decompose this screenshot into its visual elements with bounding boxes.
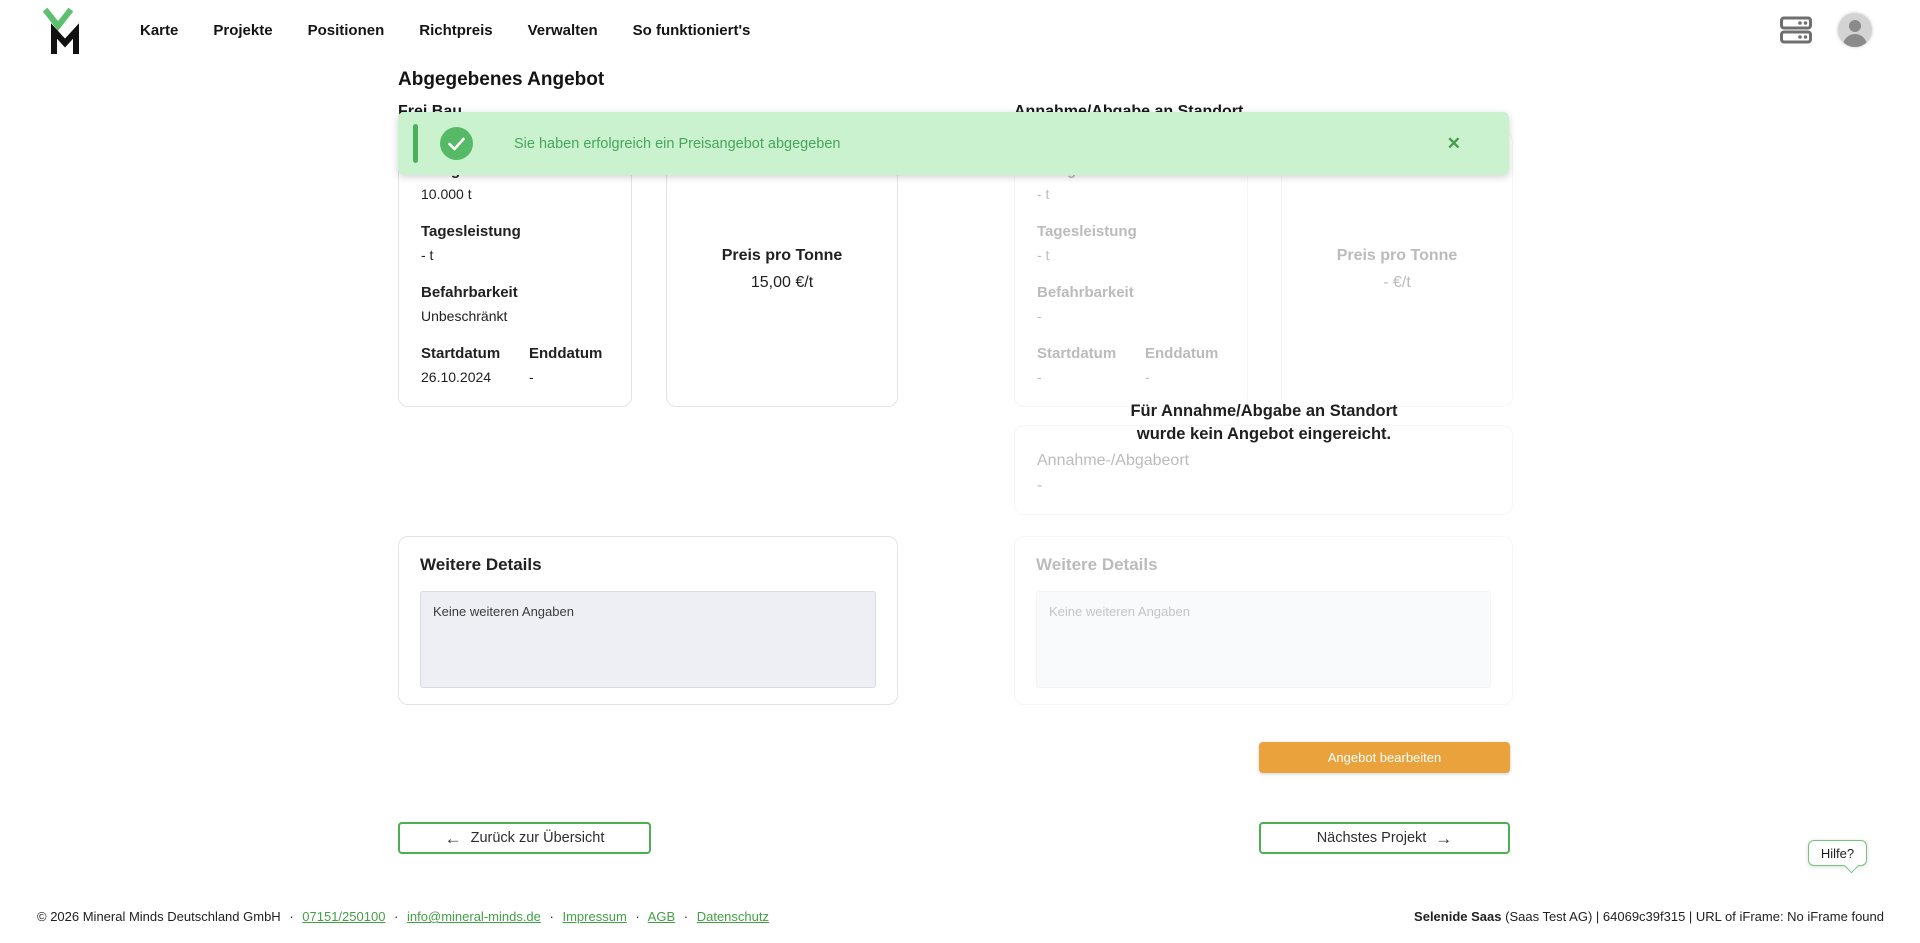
next-project-button[interactable]: Nächstes Projekt → — [1259, 822, 1510, 854]
field-value: - t — [421, 247, 609, 264]
field-dates: Startdatum - Enddatum - — [1037, 345, 1225, 386]
field-value: Unbeschränkt — [421, 308, 609, 325]
mineral-minds-logo[interactable] — [42, 7, 88, 55]
field-label: Befahrbarkeit — [1037, 284, 1225, 302]
footer-separator: · — [550, 909, 554, 924]
back-to-overview-button[interactable]: ← Zurück zur Übersicht — [398, 822, 651, 854]
field-dates: Startdatum 26.10.2024 Enddatum - — [421, 345, 609, 386]
main-nav: Karte Projekte Positionen Richtpreis Ver… — [140, 0, 750, 60]
field-tagesleistung: Tagesleistung - t — [1037, 223, 1225, 264]
price-per-tonne-label: Preis pro Tonne — [1337, 247, 1458, 265]
no-offer-message-line1: Für Annahme/Abgabe an Standort — [1014, 400, 1514, 423]
field-value: - — [1037, 369, 1145, 386]
field-label: Startdatum — [1037, 345, 1145, 363]
field-startdatum: Startdatum 26.10.2024 — [421, 345, 529, 386]
toast-accent-bar — [413, 124, 418, 163]
field-value: - — [1037, 308, 1225, 325]
footer-separator: · — [394, 909, 398, 924]
field-enddatum: Enddatum - — [529, 345, 602, 386]
nav-item-verwalten[interactable]: Verwalten — [528, 22, 598, 39]
price-per-tonne-label: Preis pro Tonne — [722, 247, 843, 265]
success-check-icon — [440, 127, 473, 160]
help-button[interactable]: Hilfe? — [1808, 840, 1867, 866]
field-value: - — [1145, 369, 1218, 386]
field-label: Tagesleistung — [421, 223, 609, 241]
field-value: - t — [1037, 186, 1225, 203]
footer-link-agb[interactable]: AGB — [648, 909, 675, 924]
top-right-icons — [1780, 0, 1872, 60]
footer-separator: · — [684, 909, 688, 924]
field-value: 26.10.2024 — [421, 369, 529, 386]
field-value: 10.000 t — [421, 186, 609, 203]
nav-item-projekte[interactable]: Projekte — [213, 22, 272, 39]
footer-saas-info: (Saas Test AG) | 64069c39f315 | URL of i… — [1502, 909, 1885, 924]
field-label: Startdatum — [421, 345, 529, 363]
price-per-tonne-value: - €/t — [1383, 274, 1411, 292]
page-title: Abgegebenes Angebot — [398, 69, 604, 91]
field-befahrbarkeit: Befahrbarkeit - — [1037, 284, 1225, 325]
field-label: Befahrbarkeit — [421, 284, 609, 302]
avatar-body-icon — [1843, 34, 1867, 47]
location-offer-details-card: Weitere Details Keine weiteren Angaben — [1014, 536, 1513, 705]
top-navigation: Karte Projekte Positionen Richtpreis Ver… — [0, 0, 1920, 60]
app-root: Karte Projekte Positionen Richtpreis Ver… — [0, 0, 1920, 943]
field-tagesleistung: Tagesleistung - t — [421, 223, 609, 264]
server-icon[interactable] — [1780, 15, 1812, 45]
field-enddatum: Enddatum - — [1145, 345, 1218, 386]
footer-right: Selenide Saas (Saas Test AG) | 64069c39f… — [1414, 909, 1884, 924]
field-befahrbarkeit: Befahrbarkeit Unbeschränkt — [421, 284, 609, 325]
nav-item-karte[interactable]: Karte — [140, 22, 178, 39]
next-button-label: Nächstes Projekt — [1317, 830, 1427, 846]
field-value: - t — [1037, 247, 1225, 264]
footer-left: © 2026 Mineral Minds Deutschland GmbH · … — [37, 909, 769, 924]
details-heading: Weitere Details — [420, 555, 876, 575]
nav-item-positionen[interactable]: Positionen — [308, 22, 385, 39]
arrow-right-icon: → — [1435, 830, 1452, 847]
field-label: Annahme-/Abgabeort — [1037, 452, 1490, 470]
field-value: - — [1037, 477, 1490, 495]
arrow-left-icon: ← — [445, 830, 462, 847]
no-offer-message-line2: wurde kein Angebot eingereicht. — [1014, 423, 1514, 446]
field-value: - — [529, 369, 602, 386]
field-label: Enddatum — [529, 345, 602, 363]
footer-link-datenschutz[interactable]: Datenschutz — [697, 909, 769, 924]
field-startdatum: Startdatum - — [1037, 345, 1145, 386]
field-label: Enddatum — [1145, 345, 1218, 363]
footer-separator: · — [289, 909, 293, 924]
edit-offer-button[interactable]: Angebot bearbeiten — [1259, 742, 1510, 773]
price-per-tonne-value: 15,00 €/t — [751, 274, 813, 292]
toast-close-icon[interactable]: ✕ — [1447, 134, 1461, 154]
details-textarea: Keine weiteren Angaben — [1036, 591, 1491, 688]
footer-link-impressum[interactable]: Impressum — [562, 909, 626, 924]
footer-link-email[interactable]: info@mineral-minds.de — [407, 909, 541, 924]
back-button-label: Zurück zur Übersicht — [471, 830, 605, 846]
toast-message: Sie haben erfolgreich ein Preisangebot a… — [514, 136, 841, 152]
nav-item-richtpreis[interactable]: Richtpreis — [419, 22, 492, 39]
footer-copyright: © 2026 Mineral Minds Deutschland GmbH — [37, 909, 281, 924]
user-avatar[interactable] — [1838, 13, 1872, 47]
footer-separator: · — [635, 909, 639, 924]
free-offer-details-card: Weitere Details Keine weiteren Angaben — [398, 536, 898, 705]
field-label: Tagesleistung — [1037, 223, 1225, 241]
details-heading: Weitere Details — [1036, 555, 1491, 575]
footer-link-phone[interactable]: 07151/250100 — [302, 909, 385, 924]
details-textarea: Keine weiteren Angaben — [420, 591, 876, 688]
avatar-head-icon — [1849, 20, 1861, 32]
no-offer-message: Für Annahme/Abgabe an Standort wurde kei… — [1014, 400, 1514, 446]
footer-saas-name: Selenide Saas — [1414, 909, 1501, 924]
nav-item-so-funktionierts[interactable]: So funktioniert's — [633, 22, 751, 39]
success-toast: Sie haben erfolgreich ein Preisangebot a… — [398, 112, 1509, 175]
